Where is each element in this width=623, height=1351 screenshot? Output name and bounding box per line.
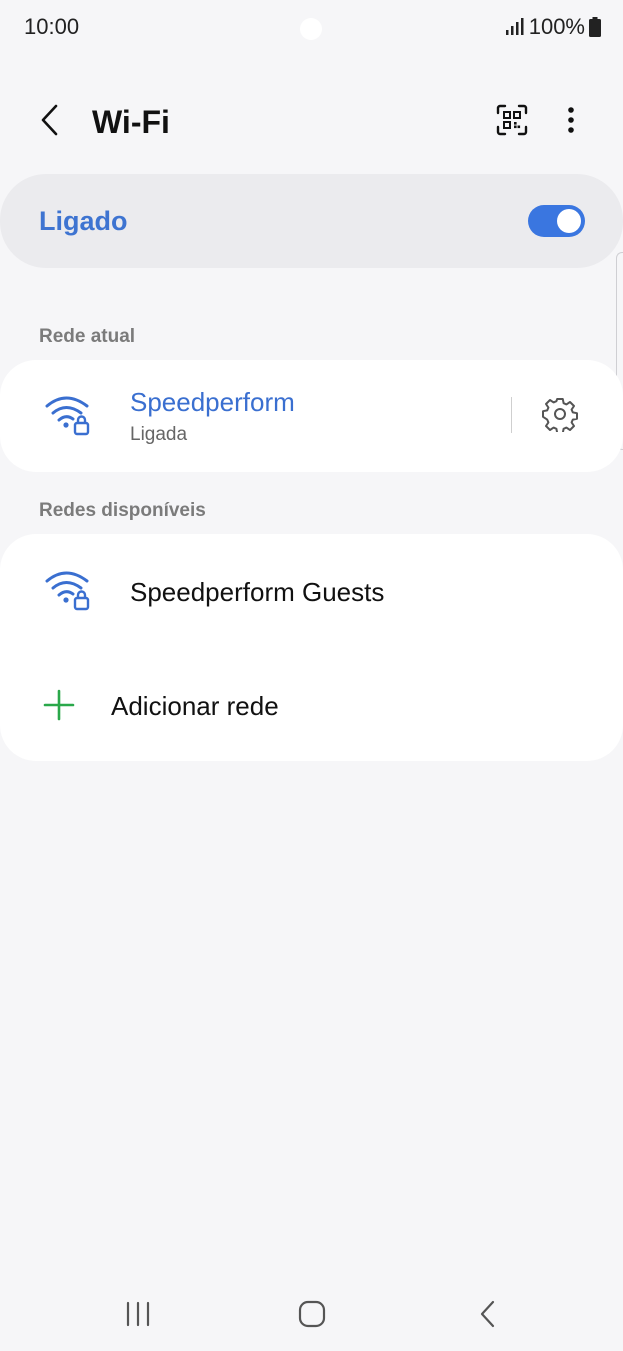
available-network-name: Speedperform Guests [130, 577, 385, 607]
available-networks-card: Speedperform Guests Adicionar rede [0, 534, 623, 761]
recents-icon [124, 1301, 152, 1332]
wifi-locked-icon [44, 394, 92, 438]
status-bar: 10:00 100% [0, 0, 623, 58]
home-button[interactable] [298, 1300, 326, 1333]
add-network-button[interactable]: Adicionar rede [0, 666, 623, 742]
system-back-button[interactable] [476, 1300, 500, 1333]
current-network-status: Ligada [130, 424, 188, 445]
section-header-current-network: Rede atual [39, 326, 136, 347]
network-list-item[interactable]: Speedperform Guests [0, 534, 623, 648]
section-header-available-networks: Redes disponíveis [39, 500, 206, 521]
current-network-name[interactable]: Speedperform [130, 386, 295, 418]
vertical-divider [511, 397, 512, 433]
wifi-toggle-switch[interactable] [528, 205, 585, 237]
back-button[interactable] [30, 102, 70, 142]
toggle-knob [557, 209, 581, 233]
battery-full-icon [589, 17, 601, 37]
wifi-master-switch-label: Ligado [39, 206, 128, 236]
page-title: Wi-Fi [92, 104, 170, 140]
plus-icon [42, 688, 76, 722]
app-bar: Wi-Fi [0, 90, 623, 154]
status-right: 100% [505, 14, 601, 40]
status-time: 10:00 [24, 14, 80, 39]
chevron-left-icon [38, 103, 62, 142]
qr-code-scan-button[interactable] [492, 102, 532, 142]
wifi-master-switch-row[interactable]: Ligado [0, 174, 623, 268]
system-navigation-bar [0, 1280, 623, 1350]
more-vertical-icon [567, 106, 575, 139]
gear-icon [542, 396, 578, 437]
recents-button[interactable] [124, 1300, 152, 1333]
more-options-button[interactable] [551, 102, 591, 142]
network-settings-button[interactable] [540, 396, 580, 436]
signal-bars-icon [505, 18, 525, 36]
qr-code-scan-icon [496, 104, 528, 141]
front-camera [300, 18, 322, 40]
back-icon [476, 1300, 500, 1332]
home-icon [298, 1300, 326, 1332]
battery-percentage: 100% [528, 14, 585, 39]
current-network-card: Speedperform Ligada [0, 360, 623, 472]
wifi-locked-icon [44, 569, 92, 613]
add-network-label: Adicionar rede [111, 691, 279, 721]
